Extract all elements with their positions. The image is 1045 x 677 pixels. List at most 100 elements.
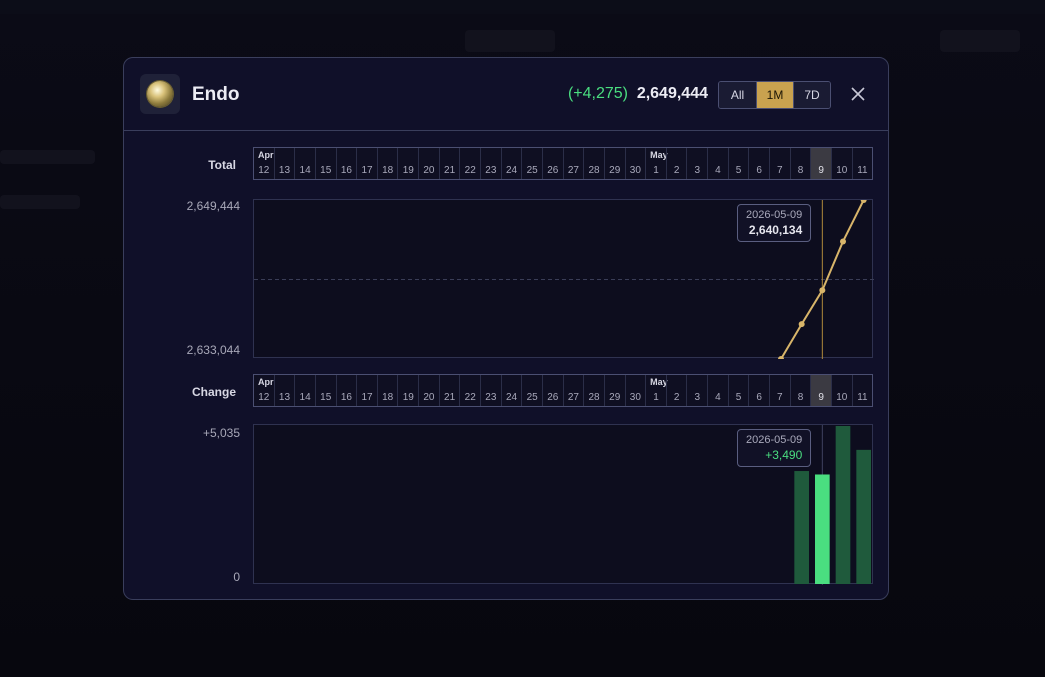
total-timeline-day[interactable]: 3 [686,148,707,179]
change-timeline-day[interactable]: 26 [541,375,563,406]
avatar [140,74,180,114]
total-data-point[interactable] [840,238,846,245]
total-timeline[interactable]: Apr 12 13 14 15 16 17 18 19 20 21 22 23 24 25 26 27 28 29 3… [253,147,873,180]
total-timeline-day-label: 5 [735,165,742,176]
change-timeline-day-label: 14 [299,392,311,403]
change-timeline-day[interactable]: 2 [665,375,687,406]
change-timeline-day[interactable]: 8 [789,375,811,406]
change-timeline-day[interactable]: 20 [418,375,439,406]
total-timeline-day[interactable]: 16 [335,148,357,179]
total-value: 2,649,444 [636,85,708,102]
total-data-point[interactable] [798,321,805,328]
total-tooltip-value: 2,640,134 [748,223,803,237]
change-timeline-day[interactable]: 9 [810,375,831,406]
range-1m-button[interactable]: 1M [756,82,793,108]
change-tooltip-value: +3,490 [765,448,803,462]
total-timeline-day[interactable]: 17 [356,148,377,179]
change-timeline-day-label: 27 [567,392,579,403]
change-timeline-day[interactable]: 21 [438,375,460,406]
change-y-max-label: +5,035 [202,426,240,440]
change-bar[interactable] [835,426,851,584]
total-timeline-day[interactable]: 9 [810,148,831,179]
total-timeline-day[interactable]: 20 [418,148,439,179]
total-tooltip-date: 2026-05-09 [746,209,803,221]
total-timeline-day[interactable]: 26 [541,148,563,179]
change-timeline-day[interactable]: 19 [397,375,418,406]
change-timeline-day[interactable]: 27 [562,375,584,406]
total-timeline-day[interactable]: May 1 [645,148,668,179]
change-timeline-day[interactable]: Apr 12 [254,375,274,406]
total-timeline-day[interactable]: 30 [624,148,646,179]
total-timeline-day[interactable]: 15 [314,148,336,179]
total-timeline-day-label: 21 [444,165,456,176]
change-timeline-day[interactable]: 15 [314,375,336,406]
change-timeline-day[interactable]: 14 [294,375,315,406]
total-timeline-day[interactable]: Apr 12 [254,148,274,179]
total-timeline-day[interactable]: 6 [748,148,769,179]
total-timeline-day[interactable]: 5 [727,148,749,179]
change-timeline-day[interactable]: May 1 [645,375,668,406]
total-timeline-day[interactable]: 2 [665,148,687,179]
change-timeline-day[interactable]: 4 [707,375,728,406]
total-timeline-day[interactable]: 27 [562,148,584,179]
change-timeline-day-label: 30 [629,392,641,403]
total-timeline-day[interactable]: 19 [397,148,418,179]
total-timeline-day[interactable]: 22 [459,148,480,179]
total-timeline-day-label: 10 [836,165,848,176]
change-bar[interactable] [815,474,830,584]
total-timeline-day[interactable]: 8 [789,148,811,179]
total-timeline-day[interactable]: 29 [603,148,625,179]
total-timeline-day-label: 23 [485,165,497,176]
change-timeline-day[interactable]: 10 [830,375,852,406]
range-7d-button[interactable]: 7D [793,82,830,108]
change-timeline-day[interactable]: 16 [335,375,357,406]
change-timeline-day-label: 5 [735,392,742,403]
change-timeline-day[interactable]: 11 [851,375,873,406]
change-timeline-day-label: 15 [320,392,332,403]
change-timeline-day-label: 18 [382,392,394,403]
change-timeline-day[interactable]: 25 [521,375,542,406]
change-bar[interactable] [794,471,809,584]
range-selector: All 1M 7D [718,81,831,109]
change-timeline-day[interactable]: 6 [748,375,769,406]
total-timeline-day[interactable]: 4 [707,148,728,179]
change-timeline-day[interactable]: 13 [273,375,295,406]
change-timeline-day[interactable]: 30 [624,375,646,406]
total-timeline-day[interactable]: 21 [438,148,460,179]
close-button[interactable] [844,80,872,108]
total-timeline-day[interactable]: 14 [294,148,315,179]
total-data-point[interactable] [819,287,826,294]
change-timeline-day[interactable]: 24 [500,375,522,406]
total-timeline-day-label: 13 [278,165,291,176]
change-timeline-day-label: 1 [653,392,659,403]
total-timeline-day[interactable]: 13 [273,148,295,179]
background-element [0,150,95,164]
total-timeline-day[interactable]: 18 [376,148,398,179]
change-timeline-day-label: 13 [278,392,291,403]
total-timeline-day[interactable]: 28 [583,148,604,179]
change-timeline-day[interactable]: 17 [356,375,377,406]
change-timeline-day[interactable]: 28 [583,375,604,406]
total-timeline-day[interactable]: 23 [480,148,501,179]
range-all-button[interactable]: All [719,82,756,108]
total-timeline-day[interactable]: 10 [830,148,852,179]
total-timeline-day-label: 14 [299,165,311,176]
change-timeline-day[interactable]: 3 [686,375,707,406]
change-timeline-day[interactable]: 5 [727,375,749,406]
change-timeline-day[interactable]: 22 [459,375,480,406]
change-timeline-day[interactable]: 18 [376,375,398,406]
total-timeline-day-label: 1 [653,165,659,176]
total-timeline-day-label: 18 [382,165,394,176]
total-timeline-day[interactable]: 7 [769,148,790,179]
change-timeline-day-label: 17 [361,392,373,403]
change-timeline-day[interactable]: 7 [769,375,790,406]
total-timeline-day[interactable]: 24 [500,148,522,179]
total-timeline-day[interactable]: 25 [521,148,542,179]
change-bar[interactable] [856,449,871,584]
total-tooltip: 2026-05-09 2,640,134 [737,204,812,242]
total-row-label: Total [208,158,236,172]
change-timeline-day[interactable]: 23 [480,375,501,406]
change-timeline[interactable]: Apr 12 13 14 15 16 17 18 19 20 21 22 23 24 25 26 27 28 29 3… [253,374,873,407]
change-timeline-day[interactable]: 29 [603,375,625,406]
total-timeline-day[interactable]: 11 [851,148,873,179]
